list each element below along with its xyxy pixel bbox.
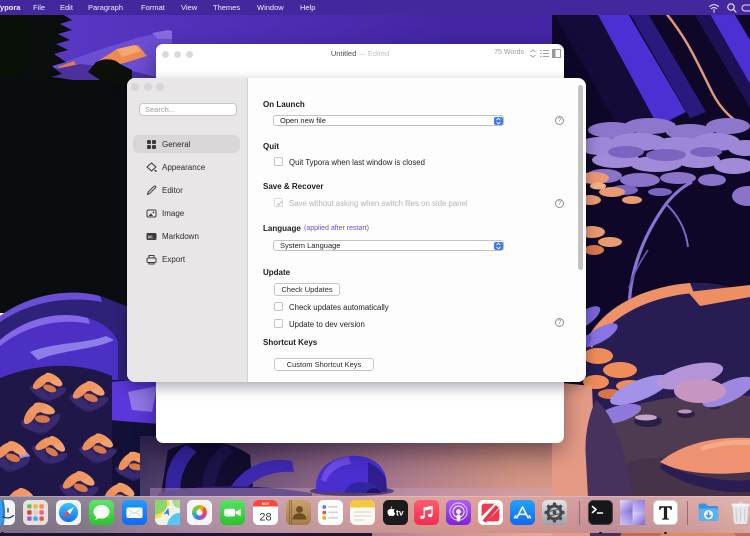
svg-text:tv: tv xyxy=(396,508,404,518)
svg-text:28: 28 xyxy=(259,512,271,524)
svg-text:NOV: NOV xyxy=(261,502,269,506)
svg-text:M↓: M↓ xyxy=(148,235,154,240)
